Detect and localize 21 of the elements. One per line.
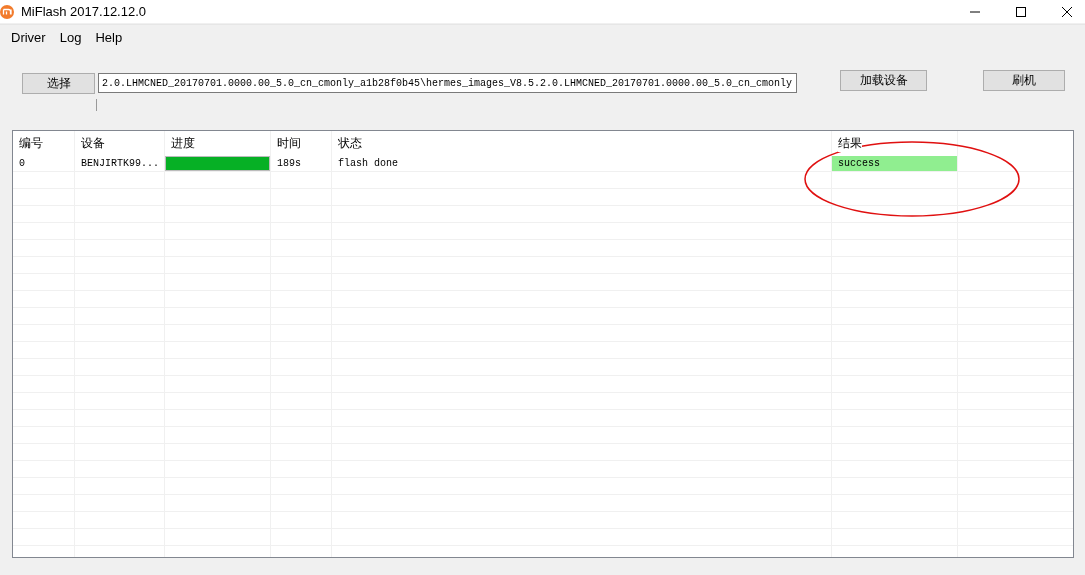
menu-item[interactable]: Help bbox=[88, 29, 130, 45]
load-devices-button[interactable]: 加载设备 bbox=[840, 69, 927, 91]
select-button[interactable]: 选择 bbox=[22, 72, 95, 94]
column-header[interactable]: 结果 bbox=[838, 135, 862, 152]
table-cell: 0 bbox=[19, 157, 25, 169]
column-header[interactable]: 编号 bbox=[19, 135, 43, 152]
path-field[interactable]: 2.0.LHMCNED_20170701.0000.00_5.0_cn_cmonly_a1b28f0b45\hermes_images_V8.5.2.0.LHMCNED_20170701.0000.00_5.0_cn_cmonly bbox=[98, 73, 797, 93]
maximize-icon[interactable] bbox=[1015, 5, 1027, 18]
column-header[interactable]: 时间 bbox=[277, 135, 301, 152]
table-cell: BENJIRTK99... bbox=[81, 157, 159, 169]
menu-item[interactable]: Log bbox=[52, 29, 89, 45]
column-header[interactable]: 设备 bbox=[81, 135, 105, 152]
column-header[interactable]: 状态 bbox=[338, 135, 362, 152]
flash-button[interactable]: 刷机 bbox=[983, 69, 1065, 91]
column-header[interactable]: 进度 bbox=[171, 135, 195, 152]
table-cell: 189s bbox=[277, 157, 301, 169]
table-cell: flash done bbox=[338, 157, 398, 169]
close-icon[interactable] bbox=[1061, 5, 1073, 18]
window-title: MiFlash 2017.12.12.0 bbox=[21, 4, 147, 19]
result-cell: success bbox=[832, 155, 957, 171]
menu-item[interactable]: Driver bbox=[4, 29, 53, 45]
